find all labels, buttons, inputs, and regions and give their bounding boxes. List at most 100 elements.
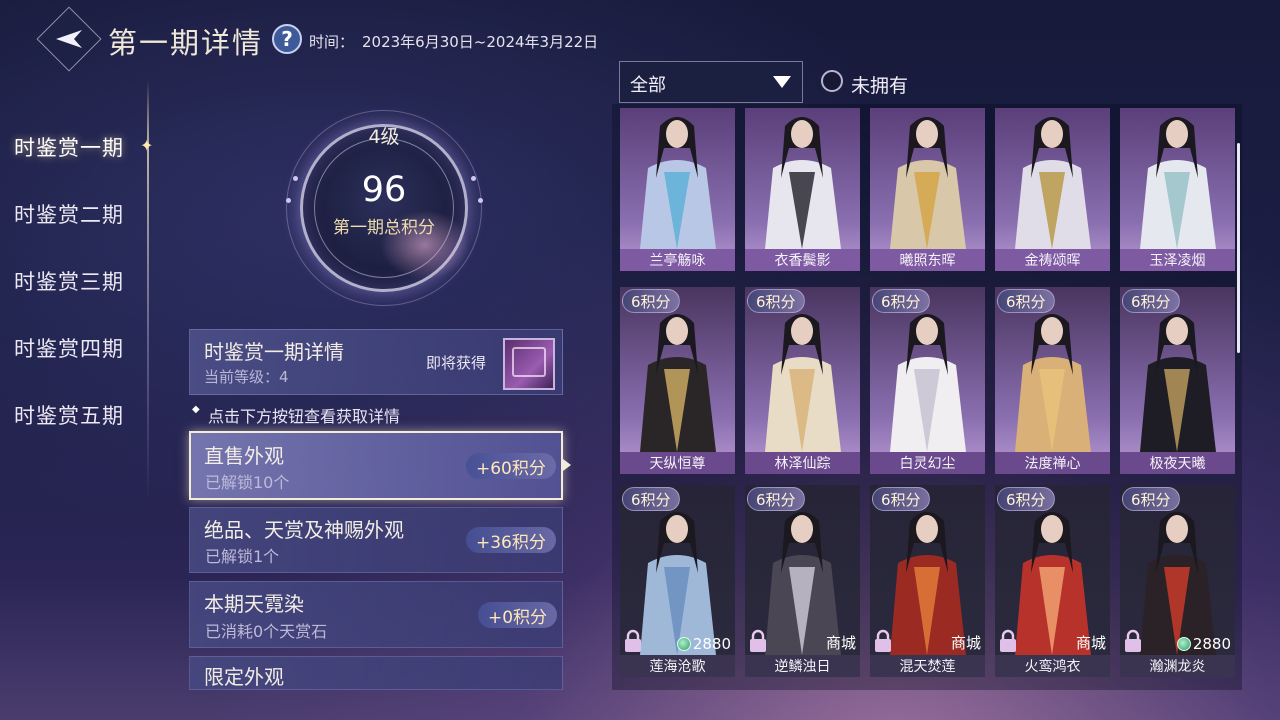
page-title: 第一期详情 <box>108 26 264 60</box>
source-title: 直售外观 <box>204 444 284 468</box>
grid-scrollbar[interactable] <box>1237 143 1240 353</box>
outfit-portrait <box>1015 117 1091 249</box>
active-caret-icon <box>563 459 571 471</box>
reward-frame-icon <box>512 347 546 377</box>
outfit-name: 火鸾鸿衣 <box>995 655 1110 677</box>
unowned-filter-label[interactable]: 未拥有 <box>851 71 908 98</box>
help-icon[interactable]: ? <box>272 24 302 54</box>
outfit-card[interactable]: 混天焚莲 6积分商城 <box>870 485 985 677</box>
outfit-card[interactable]: 衣香鬓影 <box>745 108 860 271</box>
back-arrow-icon <box>56 30 82 48</box>
total-score-caption: 第一期总积分 <box>333 218 435 238</box>
outfit-card[interactable]: 曦照东晖 <box>870 108 985 271</box>
outfit-portrait <box>1140 117 1216 249</box>
sidebar-item-period-2[interactable]: 时鉴赏二期 <box>14 199 124 229</box>
jade-coin-icon <box>1176 637 1191 651</box>
current-level-text: 当前等级：4 <box>204 368 289 386</box>
points-badge: 6积分 <box>622 487 680 511</box>
outfit-name: 林泽仙踪 <box>745 452 860 474</box>
price-label: 2880 <box>676 635 731 653</box>
outfit-card[interactable]: 瀚渊龙炎 6积分 2880 <box>1120 485 1235 677</box>
points-badge: 6积分 <box>622 289 680 313</box>
source-title: 限定外观 <box>204 665 284 689</box>
price-text: 商城 <box>1075 634 1106 652</box>
upcoming-reward-label: 即将获得 <box>426 354 487 372</box>
price-label: 商城 <box>951 632 981 653</box>
source-title: 绝品、天赏及神赐外观 <box>204 518 404 542</box>
price-text: 商城 <box>950 634 981 652</box>
outfit-portrait <box>890 117 966 249</box>
outfit-name: 金祷颂晖 <box>995 249 1110 271</box>
outfit-card[interactable]: 白灵幻尘 6积分 <box>870 287 985 474</box>
outfit-card[interactable]: 林泽仙踪 6积分 <box>745 287 860 474</box>
outfit-card[interactable]: 兰亭觞咏 <box>620 108 735 271</box>
points-badge: 6积分 <box>747 289 805 313</box>
outfit-name: 混天焚莲 <box>870 655 985 677</box>
price-text: 2880 <box>1192 635 1231 653</box>
outfit-card[interactable]: 极夜天曦 6积分 <box>1120 287 1235 474</box>
orbit-dot <box>478 198 483 203</box>
outfit-name: 白灵幻尘 <box>870 452 985 474</box>
outfit-card[interactable]: 莲海沧歌 6积分 2880 <box>620 485 735 677</box>
lock-icon <box>625 629 641 652</box>
hint-text: 点击下方按钮查看获取详情 <box>208 407 401 426</box>
lock-icon <box>875 629 891 652</box>
outfit-name: 玉泽凌烟 <box>1120 249 1235 271</box>
sidebar-item-period-1[interactable]: 时鉴赏一期 <box>14 132 124 162</box>
sidebar-item-period-4[interactable]: 时鉴赏四期 <box>14 333 124 363</box>
outfit-portrait <box>765 117 841 249</box>
outfit-name: 天纵恒尊 <box>620 452 735 474</box>
jade-coin-icon <box>676 637 691 651</box>
source-points-badge: +36积分 <box>466 527 556 553</box>
outfit-name: 极夜天曦 <box>1120 452 1235 474</box>
source-title: 本期天霓染 <box>204 592 304 616</box>
points-badge: 6积分 <box>1122 487 1180 511</box>
outfit-card[interactable]: 金祷颂晖 <box>995 108 1110 271</box>
source-points-badge: +0积分 <box>478 602 558 628</box>
price-label: 商城 <box>1076 632 1106 653</box>
hint-bullet-icon: ◆ <box>192 404 200 415</box>
price-text: 商城 <box>825 634 856 652</box>
source-subtitle: 已消耗0个天赏石 <box>205 622 328 641</box>
price-label: 2880 <box>1176 635 1231 653</box>
outfit-name: 曦照东晖 <box>870 249 985 271</box>
active-star-icon: ✦ <box>140 136 154 155</box>
outfit-name: 法度禅心 <box>995 452 1110 474</box>
source-points-badge: +60积分 <box>466 453 556 479</box>
outfit-card[interactable]: 逆鳞浊日 6积分商城 <box>745 485 860 677</box>
points-badge: 6积分 <box>1122 289 1180 313</box>
points-badge: 6积分 <box>997 487 1055 511</box>
outfit-name: 逆鳞浊日 <box>745 655 860 677</box>
price-label: 商城 <box>826 632 856 653</box>
unowned-filter-radio[interactable] <box>821 70 843 92</box>
lock-icon <box>750 629 766 652</box>
orbit-dot <box>286 198 291 203</box>
outfit-card[interactable]: 法度禅心 6积分 <box>995 287 1110 474</box>
total-score-value: 96 <box>361 170 407 210</box>
sidebar-item-period-5[interactable]: 时鉴赏五期 <box>14 400 124 430</box>
outfit-card[interactable]: 天纵恒尊 6积分 <box>620 287 735 474</box>
price-text: 2880 <box>692 635 731 653</box>
lock-icon <box>1000 629 1016 652</box>
filter-dropdown-value: 全部 <box>630 75 666 96</box>
outfit-name: 衣香鬓影 <box>745 249 860 271</box>
outfit-card[interactable]: 火鸾鸿衣 6积分商城 <box>995 485 1110 677</box>
source-subtitle: 已解锁10个 <box>205 473 290 492</box>
outfit-name: 莲海沧歌 <box>620 655 735 677</box>
points-badge: 6积分 <box>872 289 930 313</box>
points-badge: 6积分 <box>997 289 1055 313</box>
outfit-name: 兰亭觞咏 <box>620 249 735 271</box>
date-label: 时间： <box>309 33 355 51</box>
period-detail-title: 时鉴赏一期详情 <box>204 340 344 364</box>
outfit-portrait <box>640 117 716 249</box>
points-badge: 6积分 <box>872 487 930 511</box>
date-range: 2023年6月30日~2024年3月22日 <box>362 33 599 51</box>
points-badge: 6积分 <box>747 487 805 511</box>
sidebar-item-period-3[interactable]: 时鉴赏三期 <box>14 266 124 296</box>
orbit-dot <box>471 176 476 181</box>
orbit-dot <box>293 176 298 181</box>
chevron-down-icon <box>773 76 791 88</box>
lock-icon <box>1125 629 1141 652</box>
outfit-name: 瀚渊龙炎 <box>1120 655 1235 677</box>
outfit-card[interactable]: 玉泽凌烟 <box>1120 108 1235 271</box>
